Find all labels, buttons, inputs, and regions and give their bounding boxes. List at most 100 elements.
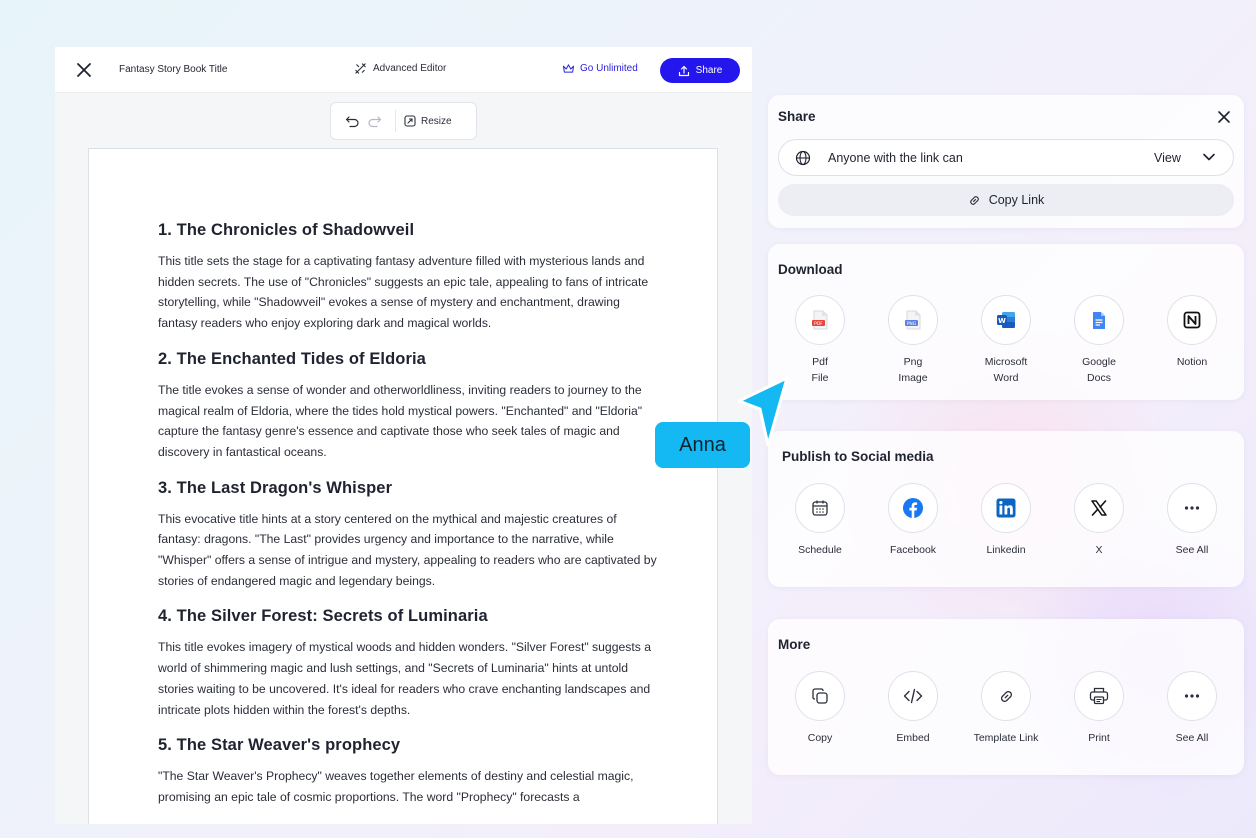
social-option-label: Schedule bbox=[798, 544, 842, 556]
copy-button[interactable]: Copy bbox=[774, 671, 866, 746]
more-panel: More Copy Embed Template Link Print See … bbox=[768, 619, 1244, 775]
permission-value: View bbox=[1154, 151, 1181, 165]
download-option-label: Pdf File bbox=[811, 356, 829, 384]
globe-icon bbox=[795, 150, 811, 166]
section-heading: 1. The Chronicles of Shadowveil bbox=[158, 221, 415, 239]
editor-window: Fantasy Story Book Title Advanced Editor… bbox=[55, 47, 752, 824]
download-title: Download bbox=[778, 262, 843, 277]
document-content: 1. The Chronicles of Shadowveil This tit… bbox=[158, 221, 658, 824]
svg-text:PNG: PNG bbox=[907, 321, 917, 327]
document-title[interactable]: Fantasy Story Book Title bbox=[119, 64, 227, 75]
download-word-button[interactable]: W Microsoft Word bbox=[960, 295, 1052, 386]
resize-label: Resize bbox=[421, 115, 452, 127]
upload-icon bbox=[678, 65, 689, 76]
social-options: Schedule Facebook Linkedin X See All bbox=[768, 483, 1244, 583]
section-heading: 3. The Last Dragon's Whisper bbox=[158, 478, 393, 497]
section-body: This title evokes imagery of mystical wo… bbox=[158, 640, 651, 717]
share-panel-title: Share bbox=[778, 109, 816, 124]
toolbar-divider bbox=[395, 110, 396, 132]
collaborator-name-tag: Anna bbox=[655, 422, 750, 468]
linkedin-icon bbox=[981, 483, 1031, 533]
section-body: The title evokes a sense of wonder and o… bbox=[158, 382, 643, 459]
copy-icon bbox=[795, 671, 845, 721]
facebook-icon bbox=[888, 483, 938, 533]
linkedin-button[interactable]: Linkedin bbox=[960, 483, 1052, 558]
png-image-icon: PNG bbox=[888, 295, 938, 345]
resize-button[interactable]: Resize bbox=[404, 115, 452, 127]
go-unlimited-button[interactable]: Go Unlimited bbox=[562, 63, 638, 74]
download-option-label: Microsoft Word bbox=[984, 356, 1028, 384]
pdf-file-icon: PDF bbox=[795, 295, 845, 345]
undo-icon[interactable] bbox=[341, 110, 363, 132]
social-see-all-button[interactable]: See All bbox=[1146, 483, 1238, 558]
section-body: This title sets the stage for a captivat… bbox=[158, 254, 649, 331]
x-button[interactable]: X bbox=[1053, 483, 1145, 558]
download-option-label: Notion bbox=[1176, 356, 1208, 368]
resize-icon bbox=[404, 115, 416, 127]
social-option-label: Facebook bbox=[889, 544, 937, 556]
social-panel: Publish to Social media Schedule Faceboo bbox=[768, 431, 1244, 587]
document-page[interactable]: 1. The Chronicles of Shadowveil This tit… bbox=[88, 148, 718, 824]
template-link-button[interactable]: Template Link bbox=[960, 671, 1052, 746]
more-title: More bbox=[778, 637, 811, 652]
svg-text:W: W bbox=[998, 317, 1006, 325]
download-option-label: Png Image bbox=[898, 356, 928, 384]
calendar-icon bbox=[795, 483, 845, 533]
go-unlimited-label: Go Unlimited bbox=[580, 63, 638, 74]
link-icon bbox=[969, 195, 979, 205]
section-heading: 5. The Star Weaver's prophecy bbox=[158, 736, 401, 755]
crown-icon bbox=[562, 64, 575, 73]
notion-icon bbox=[1167, 295, 1217, 345]
x-icon bbox=[1074, 483, 1124, 533]
embed-button[interactable]: Embed bbox=[867, 671, 959, 746]
section-heading: 4. The Silver Forest: Secrets of Luminar… bbox=[158, 607, 488, 626]
link-access-text: Anyone with the link can bbox=[828, 151, 963, 165]
share-button[interactable]: Share bbox=[660, 58, 740, 83]
social-title: Publish to Social media bbox=[782, 449, 934, 464]
magic-tools-icon bbox=[355, 63, 366, 74]
microsoft-word-icon: W bbox=[981, 295, 1031, 345]
social-option-label: See All bbox=[1175, 544, 1209, 556]
download-panel: Download PDF Pdf File PNG Png Image W Mi… bbox=[768, 244, 1244, 400]
more-option-label: Template Link bbox=[973, 732, 1039, 744]
print-button[interactable]: Print bbox=[1053, 671, 1145, 746]
close-icon[interactable] bbox=[1216, 109, 1232, 125]
more-option-label: Copy bbox=[807, 732, 833, 744]
close-icon[interactable] bbox=[75, 61, 93, 79]
download-options: PDF Pdf File PNG Png Image W Microsoft W… bbox=[768, 295, 1244, 395]
download-google-docs-button[interactable]: Google Docs bbox=[1053, 295, 1145, 386]
advanced-editor-label: Advanced Editor bbox=[373, 63, 447, 74]
social-option-label: Linkedin bbox=[986, 544, 1026, 556]
more-option-label: Embed bbox=[896, 732, 930, 744]
link-access-dropdown[interactable]: Anyone with the link can View bbox=[778, 139, 1234, 176]
svg-text:PDF: PDF bbox=[814, 321, 823, 327]
redo-icon[interactable] bbox=[363, 110, 385, 132]
more-icon bbox=[1167, 483, 1217, 533]
section-heading: 2. The Enchanted Tides of Eldoria bbox=[158, 349, 426, 368]
embed-code-icon bbox=[888, 671, 938, 721]
copy-link-button[interactable]: Copy Link bbox=[778, 184, 1234, 216]
section-body: "The Star Weaver's Prophecy" weaves toge… bbox=[158, 769, 634, 804]
google-docs-icon bbox=[1074, 295, 1124, 345]
more-see-all-button[interactable]: See All bbox=[1146, 671, 1238, 746]
copy-link-label: Copy Link bbox=[988, 193, 1045, 207]
chevron-down-icon bbox=[1203, 153, 1215, 161]
schedule-button[interactable]: Schedule bbox=[774, 483, 866, 558]
share-panel: Share Anyone with the link can View Copy… bbox=[768, 95, 1244, 228]
facebook-button[interactable]: Facebook bbox=[867, 483, 959, 558]
social-option-label: X bbox=[1095, 544, 1103, 556]
download-option-label: Google Docs bbox=[1082, 356, 1116, 384]
download-png-button[interactable]: PNG Png Image bbox=[867, 295, 959, 386]
editor-toolbar: Resize bbox=[330, 102, 477, 140]
advanced-editor-button[interactable]: Advanced Editor bbox=[354, 62, 446, 75]
more-options: Copy Embed Template Link Print See All bbox=[768, 671, 1244, 771]
share-button-label: Share bbox=[695, 65, 723, 76]
more-option-label: See All bbox=[1175, 732, 1209, 744]
more-icon bbox=[1167, 671, 1217, 721]
link-icon bbox=[981, 671, 1031, 721]
printer-icon bbox=[1074, 671, 1124, 721]
download-notion-button[interactable]: Notion bbox=[1146, 295, 1238, 370]
section-body: This evocative title hints at a story ce… bbox=[158, 511, 657, 588]
more-option-label: Print bbox=[1088, 732, 1110, 744]
editor-topbar: Fantasy Story Book Title Advanced Editor… bbox=[55, 47, 752, 93]
